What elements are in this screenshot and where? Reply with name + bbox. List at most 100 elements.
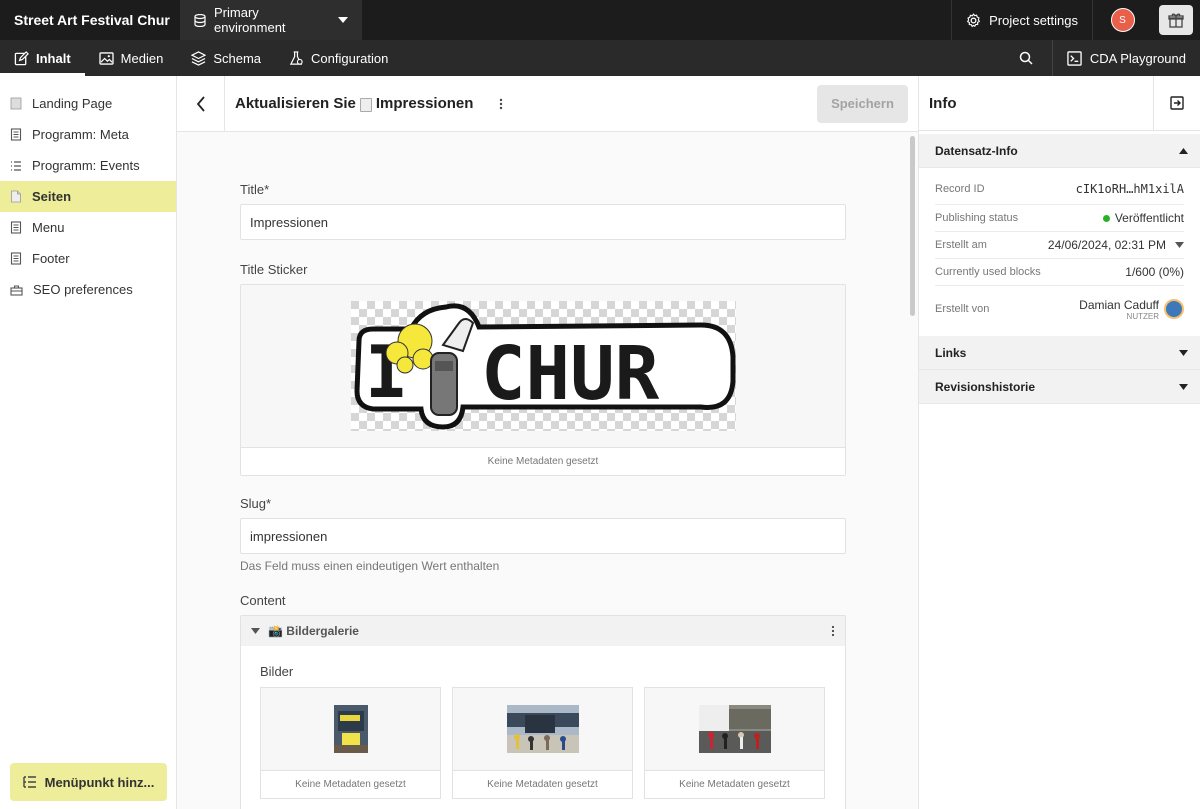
sidebar-item-label: Programm: Events — [32, 158, 140, 173]
page-icon — [11, 190, 21, 203]
page-icon — [359, 97, 372, 112]
sidebar-item-programm-meta[interactable]: Programm: Meta — [0, 119, 176, 150]
tab-inhalt[interactable]: Inhalt — [0, 40, 85, 76]
record-actions-menu[interactable] — [491, 98, 511, 110]
created-at-row[interactable]: Erstellt am 24/06/2024, 02:31 PM — [935, 232, 1184, 259]
environment-switcher[interactable]: Primary environment — [180, 0, 362, 40]
gear-icon — [967, 12, 981, 27]
block-header[interactable]: 📸 Bildergalerie — [241, 616, 845, 646]
section-title: Datensatz-Info — [935, 143, 1018, 158]
sidebar-item-footer[interactable]: Footer — [0, 243, 176, 274]
gallery-image[interactable]: Keine Metadaten gesetzt — [644, 687, 825, 799]
field-label-title: Title* — [240, 182, 270, 197]
record-editor: Aktualisieren Sie Impressionen Speichern… — [177, 75, 918, 809]
layers-icon — [191, 50, 207, 66]
created-value: 24/06/2024, 02:31 PM — [1047, 238, 1166, 252]
record-id-label: Record ID — [935, 183, 985, 195]
editor-header: Aktualisieren Sie Impressionen Speichern — [177, 75, 918, 132]
image-metadata-caption: Keine Metadaten gesetzt — [261, 770, 440, 798]
gallery-photo — [698, 705, 771, 753]
field-label-sticker: Title Sticker — [240, 262, 308, 277]
links-section[interactable]: Links — [919, 336, 1200, 370]
record-info-section[interactable]: Datensatz-Info — [919, 134, 1200, 168]
kebab-icon[interactable] — [831, 625, 835, 637]
sticker-metadata-caption: Keine Metadaten gesetzt — [241, 447, 845, 475]
sticker-image[interactable]: I CHUR — [350, 301, 736, 431]
sidebar-item-programm-events[interactable]: Programm: Events — [0, 150, 176, 181]
environment-label: Primary environment — [214, 5, 286, 35]
creator-name[interactable]: Damian Caduff — [1079, 298, 1159, 312]
save-button[interactable]: Speichern — [817, 84, 908, 123]
title-sticker-field[interactable]: I CHUR Keine Metadaten gesetzt — [240, 284, 846, 476]
user-avatar[interactable]: S — [1110, 8, 1135, 32]
image-icon — [99, 51, 114, 65]
slug-hint: Das Feld muss einen eindeutigen Wert ent… — [240, 559, 500, 573]
gallery-image[interactable]: Keine Metadaten gesetzt — [452, 687, 633, 799]
record-id-value[interactable]: cIK1oRH…hM1xilA — [1076, 182, 1184, 196]
collapse-panel-button[interactable] — [1153, 75, 1200, 131]
project-name[interactable]: Street Art Festival Chur — [0, 12, 180, 28]
whats-new-button[interactable] — [1159, 5, 1193, 35]
image-gallery: Keine Metadaten gesetzt Keine Metadaten … — [241, 687, 845, 799]
gallery-image[interactable]: Keine Metadaten gesetzt — [260, 687, 441, 799]
tab-configuration[interactable]: Configuration — [275, 40, 402, 76]
image-metadata-caption: Keine Metadaten gesetzt — [453, 770, 632, 798]
top-bar: Street Art Festival Chur Primary environ… — [0, 0, 1200, 40]
tab-schema[interactable]: Schema — [177, 40, 275, 76]
status-value: Veröffentlicht — [1114, 211, 1184, 225]
page-icon — [10, 97, 22, 110]
blocks-label: Currently used blocks — [935, 266, 1041, 278]
tab-medien[interactable]: Medien — [85, 40, 178, 76]
tab-label: Configuration — [311, 50, 389, 66]
main-nav: Inhalt Medien Schema Configuration CDA P… — [0, 40, 1200, 76]
section-title: Revisionshistorie — [935, 379, 1036, 394]
terminal-icon — [1067, 50, 1082, 66]
sidebar-item-label: Footer — [32, 251, 70, 266]
sidebar-item-label: Landing Page — [32, 96, 113, 111]
page-title: Aktualisieren Sie Impressionen — [235, 95, 473, 112]
cda-label: CDA Playground — [1089, 50, 1186, 66]
back-button[interactable] — [177, 75, 225, 132]
record-form: Title* Impressionen Title Sticker I CHUR… — [240, 132, 846, 809]
creator-row: Erstellt von Damian Caduff NUTZER — [935, 286, 1184, 332]
revision-history-section[interactable]: Revisionshistorie — [919, 370, 1200, 404]
section-title: Links — [935, 345, 967, 360]
caret-down-icon — [338, 17, 348, 23]
sidebar-item-label: SEO preferences — [33, 282, 133, 297]
project-settings-button[interactable]: Project settings — [951, 0, 1092, 40]
caret-down-icon — [1175, 242, 1184, 248]
sticker-word-chur: CHUR — [481, 331, 660, 417]
toolbox-icon — [10, 284, 23, 296]
field-label-slug: Slug* — [240, 496, 272, 511]
document-icon — [10, 221, 22, 234]
database-icon — [194, 13, 206, 27]
project-settings-label: Project settings — [989, 12, 1078, 28]
info-title: Info — [929, 94, 957, 112]
list-icon — [11, 160, 21, 171]
tab-label: Schema — [213, 50, 262, 66]
image-metadata-caption: Keine Metadaten gesetzt — [645, 770, 824, 798]
scrollbar[interactable] — [910, 136, 915, 316]
search-button[interactable] — [1000, 40, 1052, 76]
created-label: Erstellt am — [935, 239, 987, 251]
block-title: 📸 Bildergalerie — [268, 624, 359, 638]
slug-input[interactable]: impressionen — [240, 518, 846, 554]
sidebar-item-label: Programm: Meta — [32, 127, 129, 142]
sidebar-item-landing-page[interactable]: Landing Page — [0, 88, 176, 119]
kebab-icon — [500, 98, 503, 109]
title-input[interactable]: Impressionen — [240, 204, 846, 240]
cda-playground-button[interactable]: CDA Playground — [1051, 40, 1200, 76]
menu-tree-icon — [22, 775, 36, 788]
add-menu-item-button[interactable]: Menüpunkt hinz... — [10, 763, 167, 801]
edit-icon — [14, 50, 29, 65]
content-block-bildergalerie: 📸 Bildergalerie Bilder Keine Metadaten g… — [240, 615, 846, 809]
panel-close-icon — [1170, 96, 1184, 110]
title-prefix: Aktualisieren Sie — [235, 95, 356, 112]
sidebar-item-seiten[interactable]: Seiten — [0, 181, 176, 212]
gift-icon — [1168, 13, 1184, 28]
sidebar-item-label: Menu — [32, 220, 65, 235]
info-panel: Info Datensatz-Info Record ID cIK1oRH…hM… — [918, 75, 1200, 809]
sidebar-item-menu[interactable]: Menu — [0, 212, 176, 243]
document-icon — [10, 128, 22, 141]
sidebar-item-seo-preferences[interactable]: SEO preferences — [0, 274, 176, 305]
